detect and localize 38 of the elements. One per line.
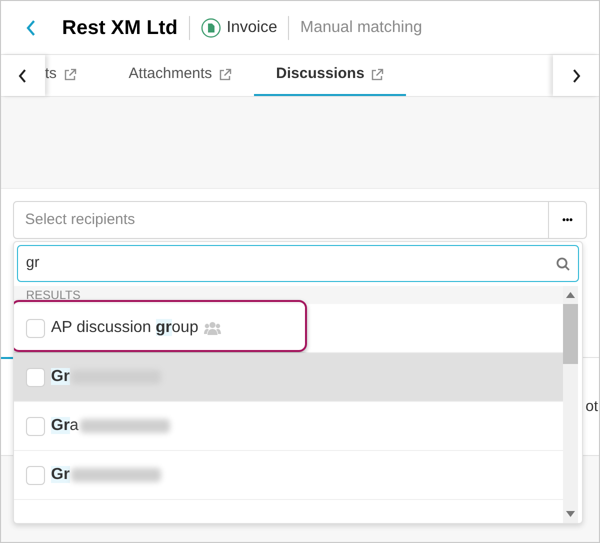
chevron-right-icon (571, 68, 581, 82)
scroll-down-icon[interactable] (566, 511, 575, 517)
background-text: ot (585, 396, 598, 417)
recipients-placeholder: Select recipients (24, 210, 136, 230)
search-input[interactable]: gr (26, 252, 556, 275)
search-icon (556, 256, 570, 270)
page-title: Rest XM Ltd (62, 16, 178, 40)
result-row[interactable]: Gr (14, 451, 563, 500)
document-icon (200, 18, 221, 38)
result-label: Gr (51, 367, 70, 387)
mode-label: Manual matching (300, 18, 422, 38)
result-row[interactable]: Gr (14, 353, 563, 402)
result-label: AP discussion group (51, 318, 198, 338)
external-link-icon (62, 68, 77, 82)
chevron-left-icon (18, 68, 28, 82)
group-icon (204, 321, 222, 335)
back-chevron-icon[interactable] (25, 18, 37, 36)
checkbox[interactable] (26, 416, 45, 436)
recipients-field[interactable]: Select recipients ••• (13, 201, 587, 239)
external-link-icon (218, 68, 232, 82)
result-label: Gra (51, 416, 79, 436)
scrollbar-thumb[interactable] (563, 304, 578, 364)
checkbox[interactable] (26, 368, 45, 386)
checkbox[interactable] (26, 318, 45, 338)
scroll-right-button[interactable] (553, 55, 599, 96)
result-label: Gr (51, 465, 70, 485)
document-type: Invoice (226, 18, 278, 38)
checkbox[interactable] (26, 466, 45, 484)
scroll-left-button[interactable] (1, 55, 45, 96)
tab[interactable]: ts (45, 55, 107, 96)
results-heading: RESULTS (14, 286, 563, 304)
scroll-up-icon[interactable] (566, 292, 575, 298)
search-field[interactable]: gr (17, 245, 579, 282)
tab[interactable]: Attachments (106, 55, 254, 96)
result-row[interactable]: Gra (14, 402, 563, 451)
scrollbar[interactable] (563, 286, 578, 523)
external-link-icon (370, 68, 384, 82)
more-button[interactable]: ••• (548, 202, 586, 238)
